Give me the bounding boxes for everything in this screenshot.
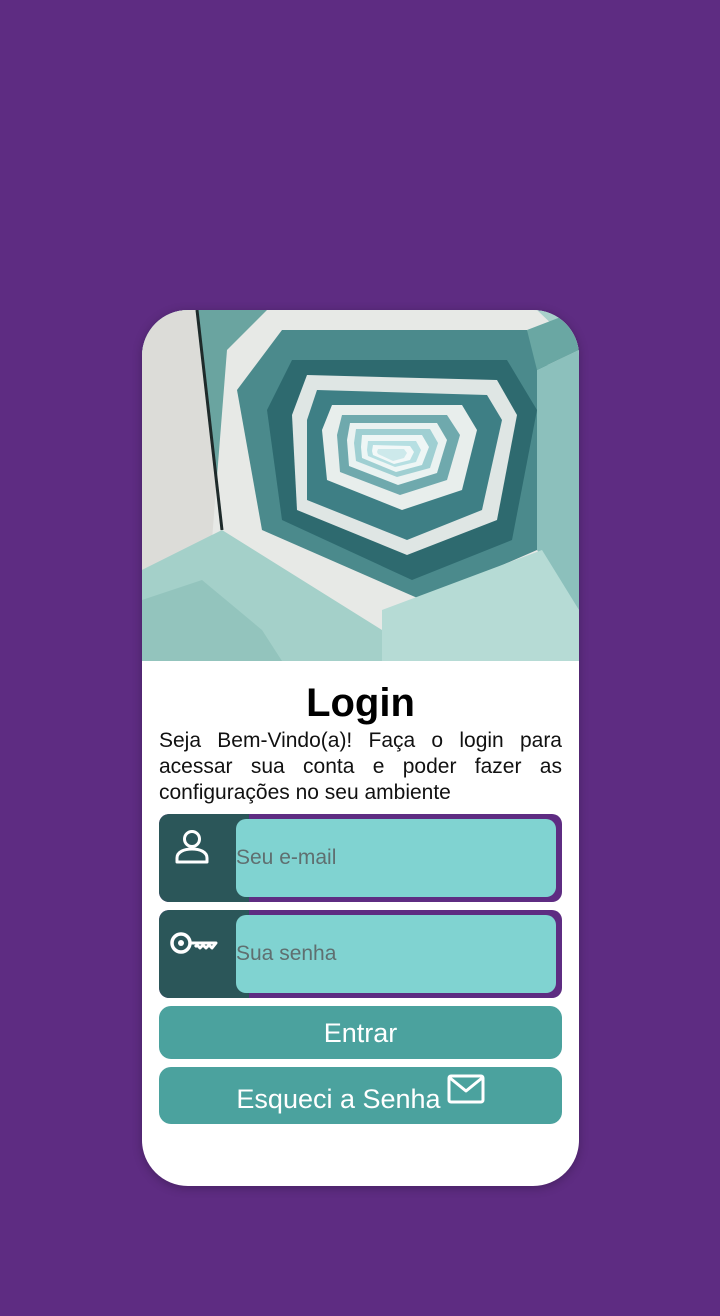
- forgot-password-button[interactable]: Esqueci a Senha: [159, 1067, 562, 1124]
- staircase-image: [142, 310, 579, 661]
- password-input[interactable]: [236, 915, 556, 993]
- mail-icon: [447, 1074, 485, 1104]
- login-card: Login Seja Bem-Vindo(a)! Faça o login pa…: [142, 310, 579, 1186]
- enter-button[interactable]: Entrar: [159, 1006, 562, 1059]
- email-input[interactable]: [236, 819, 556, 897]
- password-field: [159, 910, 562, 998]
- forgot-password-label: Esqueci a Senha: [236, 1084, 441, 1114]
- welcome-text: Seja Bem-Vindo(a)! Faça o login para ace…: [159, 729, 562, 804]
- email-field: [159, 814, 562, 902]
- page-title: Login: [306, 681, 415, 725]
- user-icon: [175, 830, 209, 864]
- key-icon: [170, 932, 218, 954]
